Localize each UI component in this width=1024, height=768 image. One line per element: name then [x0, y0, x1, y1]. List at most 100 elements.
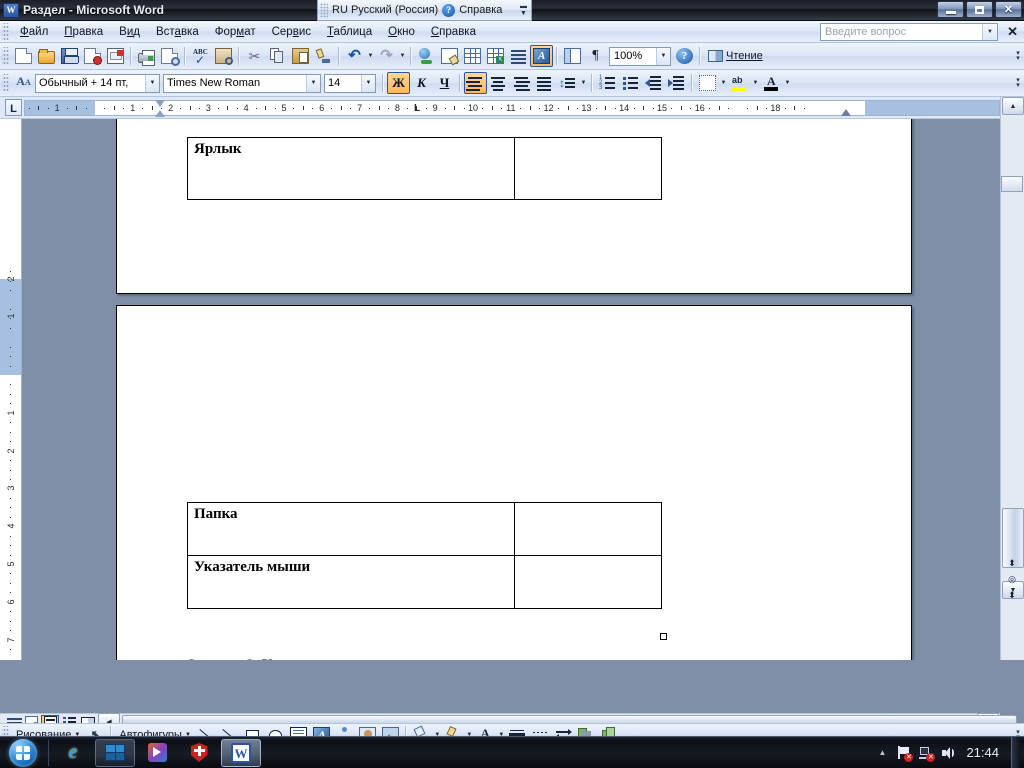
paste-button[interactable]: [289, 45, 312, 67]
chevron-down-icon[interactable]: ▼: [361, 74, 375, 92]
taskbar-word[interactable]: W: [221, 738, 261, 767]
document-page-bottom[interactable]: Папка Указатель мыши Задание 2. Укажи кн…: [116, 305, 912, 660]
right-indent-marker[interactable]: [841, 109, 851, 116]
align-right-button[interactable]: [510, 72, 533, 94]
font-name-combo[interactable]: Times New Roman ▼: [163, 73, 321, 93]
document-canvas[interactable]: Ярлык Папка Указатель мыши Задание 2. Ук…: [22, 119, 1000, 660]
language-indicator[interactable]: RU Русский (Россия): [332, 4, 438, 16]
hyperlink-button[interactable]: [415, 45, 438, 67]
redo-dropdown[interactable]: ▼: [398, 45, 407, 67]
taskbar-clock[interactable]: 21:44: [962, 745, 1005, 760]
split-window-handle[interactable]: [1001, 176, 1023, 192]
undo-button[interactable]: ↶: [343, 45, 366, 67]
table-cell-answer[interactable]: [514, 555, 662, 609]
menu-drag-grip-icon[interactable]: [2, 22, 9, 41]
chevron-down-icon[interactable]: ▼: [656, 47, 670, 65]
new-document-button[interactable]: [12, 45, 35, 67]
tab-stop-selector[interactable]: L: [5, 99, 22, 116]
table-cell-answer[interactable]: [514, 502, 662, 556]
reading-layout-button[interactable]: Чтение: [704, 45, 767, 67]
open-button[interactable]: [35, 45, 58, 67]
paragraph-task-2[interactable]: Задание 2. Укажи кнопки.: [188, 657, 365, 660]
taskbar-windows-explorer[interactable]: [95, 738, 135, 767]
standard-toolbar-grip-icon[interactable]: [2, 47, 9, 65]
cut-button[interactable]: ✂: [243, 45, 266, 67]
columns-button[interactable]: [507, 45, 530, 67]
redo-button[interactable]: ↷: [375, 45, 398, 67]
table-cell-label[interactable]: Ярлык: [186, 137, 516, 200]
line-spacing-button[interactable]: ↕: [556, 72, 579, 94]
show-desktop-button[interactable]: [1011, 736, 1020, 768]
table-cell-label[interactable]: Указатель мыши: [186, 555, 516, 609]
document-map-button[interactable]: [561, 45, 584, 67]
chevron-down-icon[interactable]: ▼: [306, 74, 320, 92]
formatting-toolbar-options-button[interactable]: ▾ ▾: [1012, 72, 1024, 94]
drawing-toggle-button[interactable]: A: [530, 45, 553, 67]
menu-tools[interactable]: Сервис: [264, 23, 319, 41]
first-line-indent-marker[interactable]: [155, 100, 165, 107]
taskbar-media-player[interactable]: [137, 739, 177, 767]
styles-and-formatting-button[interactable]: AA: [12, 72, 35, 94]
help-circle-icon[interactable]: ?: [442, 3, 456, 17]
table-cell-label[interactable]: Папка: [186, 502, 516, 556]
table-resize-handle[interactable]: [660, 633, 667, 640]
table-yarlyk[interactable]: Ярлык: [186, 137, 662, 200]
style-combo[interactable]: Обычный + 14 пт, ▼: [35, 73, 160, 93]
start-button[interactable]: [1, 738, 45, 768]
table-row[interactable]: Ярлык: [186, 137, 662, 200]
line-spacing-dropdown[interactable]: ▼: [579, 72, 588, 94]
action-center-button[interactable]: ✕: [896, 745, 914, 762]
copy-button[interactable]: [266, 45, 289, 67]
font-color-dropdown[interactable]: ▼: [783, 72, 792, 94]
tab-stop-marker[interactable]: L: [414, 104, 420, 114]
vertical-ruler[interactable]: 211234567: [0, 119, 22, 660]
underline-button[interactable]: Ч: [433, 72, 456, 94]
menu-window[interactable]: Окно: [380, 23, 423, 41]
research-button[interactable]: [212, 45, 235, 67]
borders-dropdown[interactable]: ▼: [719, 72, 728, 94]
formatting-toolbar-grip-icon[interactable]: [2, 74, 9, 92]
next-page-button[interactable]: ⬍: [1003, 588, 1021, 602]
volume-button[interactable]: [940, 745, 956, 761]
email-button[interactable]: [104, 45, 127, 67]
ask-a-question-box[interactable]: Введите вопрос ▼: [820, 23, 998, 41]
close-button[interactable]: ✕: [995, 1, 1022, 18]
italic-button[interactable]: К: [410, 72, 433, 94]
table-papka-ukazatel[interactable]: Папка Указатель мыши: [186, 502, 662, 609]
menu-format[interactable]: Формат: [207, 23, 264, 41]
undo-dropdown[interactable]: ▼: [366, 45, 375, 67]
language-bar-help[interactable]: Справка: [459, 4, 502, 16]
browse-object-controls[interactable]: ⬍ ◎ ⬍: [1002, 556, 1022, 602]
show-formatting-marks-button[interactable]: ¶: [584, 45, 607, 67]
show-hidden-icons-button[interactable]: ▲: [874, 745, 890, 761]
font-size-combo[interactable]: 14 ▼: [324, 73, 376, 93]
previous-page-button[interactable]: ⬍: [1003, 556, 1021, 570]
horizontal-ruler-scale[interactable]: 1 1 2 3 4 5 6 7 8 9 10 11 12 13 14 15 16 18: [24, 100, 1000, 116]
restore-button[interactable]: [966, 1, 993, 18]
select-browse-object-button[interactable]: ◎: [1003, 572, 1021, 586]
minimize-button[interactable]: [937, 1, 964, 18]
print-button[interactable]: [135, 45, 158, 67]
chevron-down-icon[interactable]: ▬ ▼: [518, 3, 529, 17]
document-page-top[interactable]: Ярлык: [116, 119, 912, 294]
decrease-indent-button[interactable]: [642, 72, 665, 94]
menu-insert[interactable]: Вставка: [148, 23, 207, 41]
permission-button[interactable]: [81, 45, 104, 67]
numbered-list-button[interactable]: 123: [596, 72, 619, 94]
format-painter-button[interactable]: [312, 45, 335, 67]
bulleted-list-button[interactable]: [619, 72, 642, 94]
chevron-down-icon[interactable]: ▼: [145, 74, 159, 92]
table-row[interactable]: Папка: [186, 502, 662, 556]
toolbar-options-button[interactable]: ▾ ▾: [1012, 45, 1024, 67]
highlight-button[interactable]: ab: [728, 72, 751, 94]
taskbar-security[interactable]: [179, 739, 219, 767]
taskbar-internet-explorer[interactable]: e: [53, 739, 93, 767]
vertical-scrollbar[interactable]: ▲ ▼ ⬍ ◎ ⬍: [1000, 97, 1024, 660]
table-cell-answer[interactable]: [514, 137, 662, 200]
language-bar[interactable]: RU Русский (Россия) ? Справка ▬ ▼: [317, 0, 532, 21]
insert-excel-table-button[interactable]: X: [484, 45, 507, 67]
network-status-button[interactable]: ✕: [918, 745, 936, 762]
drag-grip-icon[interactable]: [320, 2, 328, 18]
tables-and-borders-button[interactable]: [438, 45, 461, 67]
scroll-up-button[interactable]: ▲: [1002, 97, 1024, 115]
